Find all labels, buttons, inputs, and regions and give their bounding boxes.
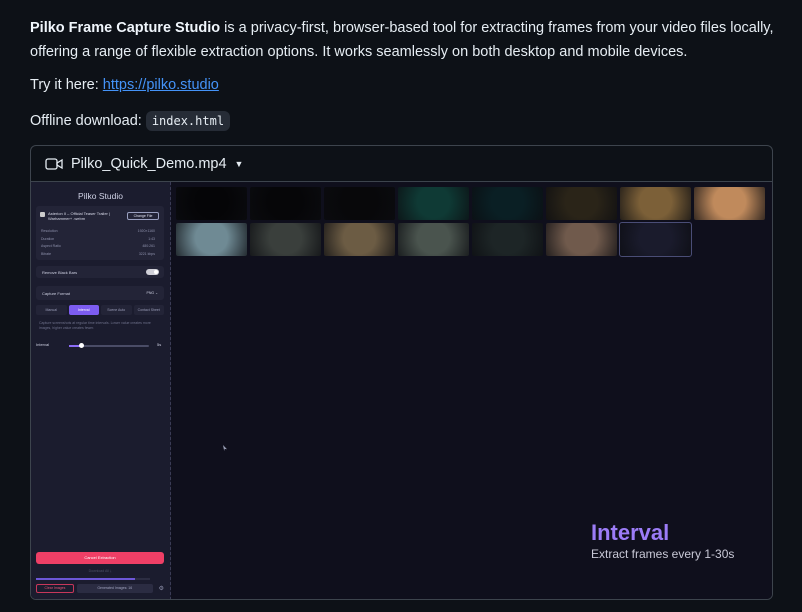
try-label: Try it here: [30, 77, 103, 93]
mode-description: Capture screenshots at regular time inte… [39, 321, 151, 330]
cancel-extraction-button[interactable]: Cancel Extraction [36, 552, 164, 564]
extraction-progress [36, 578, 150, 580]
offline-line: Offline download: index.html [30, 109, 790, 133]
capture-format-row: Capture Format PNG ⌄ [36, 286, 164, 300]
file-name: Asterion II – Official Teaser Trailer | … [48, 211, 111, 221]
app-title: Pilko Studio [78, 191, 123, 201]
extraction-progress-fill [36, 578, 136, 580]
capture-format-label: Capture Format [42, 291, 71, 296]
frame-thumbnail[interactable] [546, 187, 617, 220]
intro-title: Pilko Frame Capture Studio [30, 20, 221, 36]
interval-slider[interactable] [69, 343, 149, 348]
file-detail-row: Aspect Ratio 480:261 [41, 244, 155, 248]
mode-tabs: Manual Interval Scene Auto Contact Sheet [36, 305, 164, 315]
frame-thumbnail[interactable] [324, 223, 395, 256]
interval-value: 5s [157, 342, 162, 347]
mouse-cursor-icon [223, 445, 227, 451]
interval-slider-handle[interactable] [78, 343, 84, 348]
remove-black-bars-row: Remove Black Bars [36, 266, 164, 278]
video-camera-icon [45, 157, 63, 170]
file-detail-value: 3221 kbps [138, 251, 155, 256]
app-sidebar: Pilko Studio Asterion II – Official Teas… [31, 182, 171, 599]
tab-scene-auto[interactable]: Scene Auto [101, 305, 132, 315]
video-details: Pilko_Quick_Demo.mp4 ▼ Pilko Studio Aste… [30, 145, 773, 600]
index-html-code: index.html [145, 111, 231, 131]
try-line: Try it here: https://pilko.studio [30, 73, 790, 97]
tab-manual[interactable]: Manual [36, 305, 67, 315]
download-all-label: Download All [88, 569, 109, 573]
file-detail-key: Resolution [41, 229, 58, 233]
frame-placeholder[interactable] [619, 222, 692, 257]
pilko-link[interactable]: https://pilko.studio [103, 77, 219, 93]
file-detail-value: 1920×1160 [137, 229, 155, 233]
frame-thumbnail[interactable] [694, 187, 765, 220]
tab-interval[interactable]: Interval [68, 305, 99, 315]
clear-images-button[interactable]: Clear Images [36, 584, 74, 593]
frame-thumbnail[interactable] [472, 187, 543, 220]
gear-icon[interactable]: ⚙ [159, 585, 164, 592]
frame-thumbnail[interactable] [472, 223, 543, 256]
remove-black-bars-toggle[interactable] [146, 269, 159, 275]
file-detail-value: 480:261 [142, 244, 155, 248]
video-summary[interactable]: Pilko_Quick_Demo.mp4 ▼ [31, 146, 772, 182]
frame-thumbnail[interactable] [250, 223, 321, 256]
frame-thumbnail[interactable] [176, 223, 247, 256]
tab-contact-sheet[interactable]: Contact Sheet [133, 305, 164, 315]
capture-format-value: PNG [146, 291, 155, 295]
file-info-card: Asterion II – Official Teaser Trailer | … [36, 206, 164, 260]
intro-text: is a privacy-first, browser-based tool f… [220, 20, 774, 36]
frame-thumbnail[interactable] [176, 187, 247, 220]
intro-paragraph: Pilko Frame Capture Studio is a privacy-… [30, 16, 790, 64]
caret-down-icon: ▼ [234, 158, 244, 169]
file-detail-key: Duration [41, 236, 55, 241]
video-filename: Pilko_Quick_Demo.mp4 [71, 155, 227, 172]
file-detail-value: 1:43 [148, 236, 155, 241]
remove-black-bars-label: Remove Black Bars [42, 270, 78, 275]
change-file-button[interactable]: Change File [127, 212, 159, 220]
frame-thumbnail[interactable] [620, 187, 691, 220]
file-detail-key: Aspect Ratio [41, 244, 61, 248]
frame-thumbnail[interactable] [398, 223, 469, 256]
file-detail-row: Resolution 1920×1160 [41, 229, 155, 233]
frame-thumbnail[interactable] [398, 187, 469, 220]
overlay-title: Interval [591, 520, 670, 545]
frame-thumbnail[interactable] [546, 223, 617, 256]
demo-video-frame: Pilko Studio Asterion II – Official Teas… [31, 182, 772, 599]
file-detail-row: Bitrate 3221 kbps [41, 252, 155, 256]
generated-images-button[interactable]: Generated Images: 16 [76, 584, 153, 593]
frame-thumbnail[interactable] [324, 187, 395, 220]
overlay-subtitle: Extract frames every 1-30s [591, 547, 735, 561]
interval-label: Interval [36, 342, 50, 347]
download-all-button[interactable]: Download All ⤓ [36, 569, 164, 573]
frame-thumbnail[interactable] [250, 187, 321, 220]
file-icon [40, 212, 45, 217]
offline-label: Offline download: [30, 113, 146, 129]
capture-format-select[interactable]: PNG ⌄ [147, 291, 159, 295]
file-detail-key: Bitrate [41, 251, 52, 256]
file-detail-row: Duration 1:43 [41, 237, 155, 241]
intro-text-2: offering a range of flexible extraction … [30, 44, 688, 60]
bottom-actions: Clear Images Generated Images: 16 ⚙ [36, 583, 164, 594]
